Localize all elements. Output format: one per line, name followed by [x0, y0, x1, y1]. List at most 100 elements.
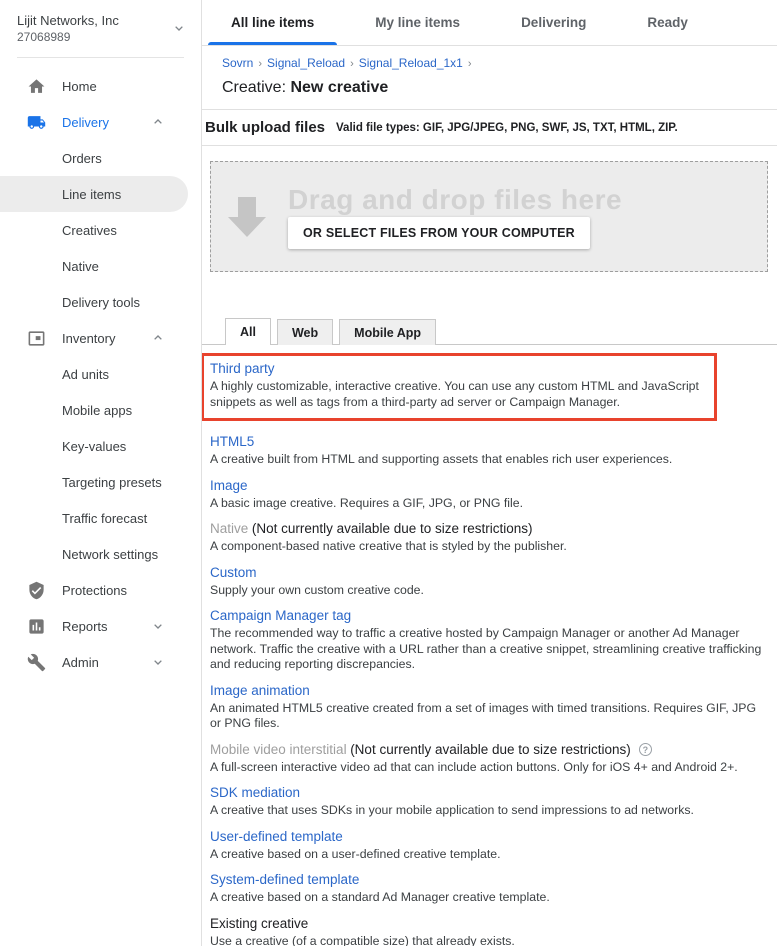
sidebar-item-label: Admin: [62, 655, 150, 670]
sidebar-divider: [17, 57, 184, 58]
breadcrumb-separator: ›: [258, 58, 262, 70]
sidebar-item-label: Ad units: [62, 367, 188, 382]
chevron-down-icon: [150, 654, 166, 670]
sidebar-item-label: Key-values: [62, 439, 188, 454]
creative-type-link-image-animation[interactable]: Image animation: [210, 683, 310, 698]
creative-type-link-third-party[interactable]: Third party: [210, 361, 275, 376]
sidebar-item-label: Delivery tools: [62, 295, 188, 310]
creative-type-sdk-mediation: SDK mediation A creative that uses SDKs i…: [210, 784, 770, 819]
tab-my-line-items[interactable]: My line items: [352, 0, 483, 45]
sidebar-item-protections[interactable]: Protections: [0, 572, 188, 608]
bulk-upload-header: Bulk upload files Valid file types: GIF,…: [202, 110, 777, 146]
sidebar-item-label: Home: [62, 79, 188, 94]
creative-type-campaign-manager-tag: Campaign Manager tagThe recommended way …: [210, 607, 770, 673]
account-selector[interactable]: Lijit Networks, Inc 27068989: [0, 8, 201, 55]
sidebar-item-reports[interactable]: Reports: [0, 608, 188, 644]
creative-type-description: A basic image creative. Requires a GIF, …: [210, 496, 770, 512]
sidebar-item-label: Creatives: [62, 223, 188, 238]
tab-ready[interactable]: Ready: [624, 0, 711, 45]
download-arrow-icon: [228, 197, 266, 237]
breadcrumb-link-signal-reload[interactable]: Signal_Reload: [267, 56, 345, 70]
creative-type-system-defined-template: System-defined template A creative based …: [210, 871, 770, 906]
creative-type-link-user-defined-template[interactable]: User-defined template: [210, 829, 343, 844]
sidebar-item-targeting-presets[interactable]: Targeting presets: [0, 464, 188, 500]
select-files-button[interactable]: OR SELECT FILES FROM YOUR COMPUTER: [288, 217, 590, 249]
chevron-down-icon: [150, 618, 166, 634]
sidebar-item-delivery-tools[interactable]: Delivery tools: [0, 284, 188, 320]
creative-type-link-html5[interactable]: HTML5: [210, 434, 254, 449]
sidebar-item-inventory[interactable]: Inventory: [0, 320, 188, 356]
chevron-up-icon: [150, 330, 166, 346]
truck-icon: [26, 112, 46, 132]
creative-type-link-system-defined-template[interactable]: System-defined template: [210, 872, 359, 887]
sidebar-item-network-settings[interactable]: Network settings: [0, 536, 188, 572]
creative-type-link-campaign-manager-tag[interactable]: Campaign Manager tag: [210, 608, 351, 623]
creative-type-native: Native (Not currently available due to s…: [210, 520, 770, 555]
help-icon[interactable]: ?: [639, 743, 652, 756]
sidebar-item-traffic-forecast[interactable]: Traffic forecast: [0, 500, 188, 536]
creative-type-link-native: Native: [210, 521, 248, 536]
app-window: Lijit Networks, Inc 27068989 Home Deliver…: [0, 0, 777, 946]
sidebar-item-label: Reports: [62, 619, 150, 634]
shield-icon: [26, 580, 46, 600]
home-icon: [26, 76, 46, 96]
sidebar-item-home[interactable]: Home: [0, 68, 188, 104]
creative-type-custom: Custom Supply your own custom creative co…: [210, 564, 770, 599]
creative-tab-all[interactable]: All: [225, 318, 271, 345]
tab-delivering[interactable]: Delivering: [498, 0, 609, 45]
dropzone-label: Drag and drop files here: [288, 184, 622, 216]
creative-type-image: Image A basic image creative. Requires a …: [210, 477, 770, 512]
bar-chart-icon: [26, 616, 46, 636]
creative-type-link-sdk-mediation[interactable]: SDK mediation: [210, 785, 300, 800]
creative-type-description: A creative based on a standard Ad Manage…: [210, 890, 770, 906]
creative-type-link-custom[interactable]: Custom: [210, 565, 257, 580]
creative-type-user-defined-template: User-defined template A creative based on…: [210, 828, 770, 863]
creative-type-mobile-video-interstitial: Mobile video interstitial (Not currently…: [210, 741, 770, 776]
breadcrumb-separator: ›: [468, 58, 472, 70]
creative-type-list: Third partyA highly customizable, intera…: [202, 345, 777, 946]
sidebar-item-creatives[interactable]: Creatives: [0, 212, 188, 248]
creative-type-description: A full-screen interactive video ad that …: [210, 760, 770, 776]
creative-type-link-image[interactable]: Image: [210, 478, 248, 493]
line-item-tabs: All line items My line items Delivering Rea…: [202, 0, 777, 46]
creative-tab-web[interactable]: Web: [277, 319, 333, 345]
file-dropzone[interactable]: Drag and drop files here OR SELECT FILES…: [210, 161, 768, 272]
unavailable-note: (Not currently available due to size res…: [350, 742, 631, 757]
sidebar-item-label: Protections: [62, 583, 188, 598]
creative-type-image-animation: Image animation An animated HTML5 creativ…: [210, 682, 770, 732]
sidebar-item-label: Delivery: [62, 115, 150, 130]
sidebar-item-mobile-apps[interactable]: Mobile apps: [0, 392, 188, 428]
bulk-upload-heading: Bulk upload files: [205, 119, 325, 136]
sidebar: Lijit Networks, Inc 27068989 Home Deliver…: [0, 0, 202, 946]
sidebar-item-label: Line items: [62, 187, 188, 202]
sidebar-item-key-values[interactable]: Key-values: [0, 428, 188, 464]
sidebar-nav: Home Delivery Orders Line items Creatives Nat…: [0, 68, 201, 680]
sidebar-item-orders[interactable]: Orders: [0, 140, 188, 176]
creative-type-description: A creative based on a user-defined creat…: [210, 847, 770, 863]
creative-platform-tabs: AllWebMobile App: [202, 318, 777, 345]
sidebar-item-native[interactable]: Native: [0, 248, 188, 284]
chevron-up-icon: [150, 114, 166, 130]
breadcrumb-link-sovrn[interactable]: Sovrn: [222, 56, 253, 70]
breadcrumb-link-signal-reload-1x1[interactable]: Signal_Reload_1x1: [359, 56, 463, 70]
creative-type-existing-creative: Existing creativeUse a creative (of a co…: [210, 915, 770, 946]
inventory-icon: [26, 328, 46, 348]
creative-type-third-party-highlighted: Third partyA highly customizable, intera…: [202, 353, 717, 421]
sidebar-item-delivery[interactable]: Delivery: [0, 104, 188, 140]
chevron-down-icon: [171, 20, 187, 39]
sidebar-item-admin[interactable]: Admin: [0, 644, 188, 680]
creative-type-description: Supply your own custom creative code.: [210, 583, 770, 599]
wrench-icon: [26, 652, 46, 672]
page-title-name: New creative: [290, 79, 388, 96]
creative-type-description: An animated HTML5 creative created from …: [210, 701, 770, 732]
sidebar-item-line-items[interactable]: Line items: [0, 176, 188, 212]
creative-tab-mobile-app[interactable]: Mobile App: [339, 319, 436, 345]
creative-type-description: A creative that uses SDKs in your mobile…: [210, 803, 770, 819]
sidebar-item-ad-units[interactable]: Ad units: [0, 356, 188, 392]
creative-type-link-mobile-video-interstitial: Mobile video interstitial: [210, 742, 347, 757]
creative-type-description: Use a creative (of a compatible size) th…: [210, 934, 770, 946]
tab-all-line-items[interactable]: All line items: [208, 0, 337, 45]
creative-type-description: A component-based native creative that i…: [210, 539, 770, 555]
page-title-prefix: Creative:: [222, 79, 290, 96]
sidebar-item-label: Traffic forecast: [62, 511, 188, 526]
